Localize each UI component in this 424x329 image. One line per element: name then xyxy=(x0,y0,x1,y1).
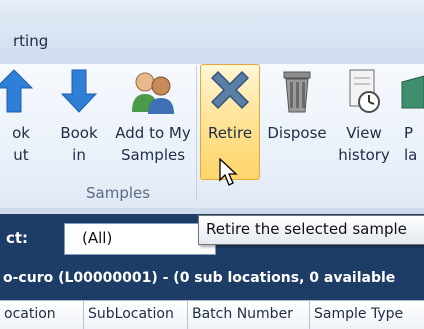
retire-label: Retire xyxy=(207,124,253,142)
book-in-label-1: Book xyxy=(60,124,98,142)
view-history-label-2: history xyxy=(338,146,390,164)
select-label: ct: xyxy=(6,229,29,247)
clock-document-icon xyxy=(334,64,394,116)
filter-dropdown-value: (All) xyxy=(82,229,113,247)
book-out-button[interactable]: ok ut xyxy=(0,64,50,180)
print-labels-button[interactable]: P la xyxy=(398,64,424,180)
trash-can-icon xyxy=(262,64,332,116)
dispose-button[interactable]: Dispose xyxy=(262,64,332,180)
add-to-my-samples-label-2: Samples xyxy=(120,146,186,164)
tab-reporting[interactable]: rting xyxy=(13,32,48,50)
book-out-label-2: ut xyxy=(13,146,29,164)
dispose-label: Dispose xyxy=(267,124,327,142)
column-header-batch-number[interactable]: Batch Number xyxy=(188,300,310,329)
print-labels-label-2: la xyxy=(404,146,418,164)
printer-icon xyxy=(398,64,424,116)
column-header-sublocation[interactable]: SubLocation xyxy=(84,300,188,329)
column-header-sample-type[interactable]: Sample Type xyxy=(310,300,424,329)
app-window: rting ok ut Book in Add to My Samples Re… xyxy=(0,0,424,329)
samples-group-label: Samples xyxy=(86,184,151,202)
close-x-icon xyxy=(200,64,260,116)
book-in-icon xyxy=(54,64,104,116)
book-out-label-1: ok xyxy=(12,124,30,142)
tooltip-text: Retire the selected sample xyxy=(206,220,407,238)
book-in-label-2: in xyxy=(72,146,86,164)
book-in-button[interactable]: Book in xyxy=(54,64,104,180)
print-labels-label-1: P xyxy=(404,124,414,142)
location-info-text: o-curo (L00000001) - (0 sub locations, 0… xyxy=(3,270,396,286)
users-icon xyxy=(108,64,198,116)
mouse-cursor-icon xyxy=(219,158,238,186)
ribbon-tab-strip xyxy=(0,18,424,65)
column-header-location[interactable]: ocation xyxy=(0,300,84,329)
view-history-button[interactable]: View history xyxy=(334,64,394,180)
add-to-my-samples-label-1: Add to My xyxy=(115,124,191,142)
title-bar xyxy=(0,0,424,18)
group-separator xyxy=(196,66,197,201)
view-history-label-1: View xyxy=(346,124,382,142)
book-out-icon xyxy=(0,64,50,116)
add-to-my-samples-button[interactable]: Add to My Samples xyxy=(108,64,198,180)
